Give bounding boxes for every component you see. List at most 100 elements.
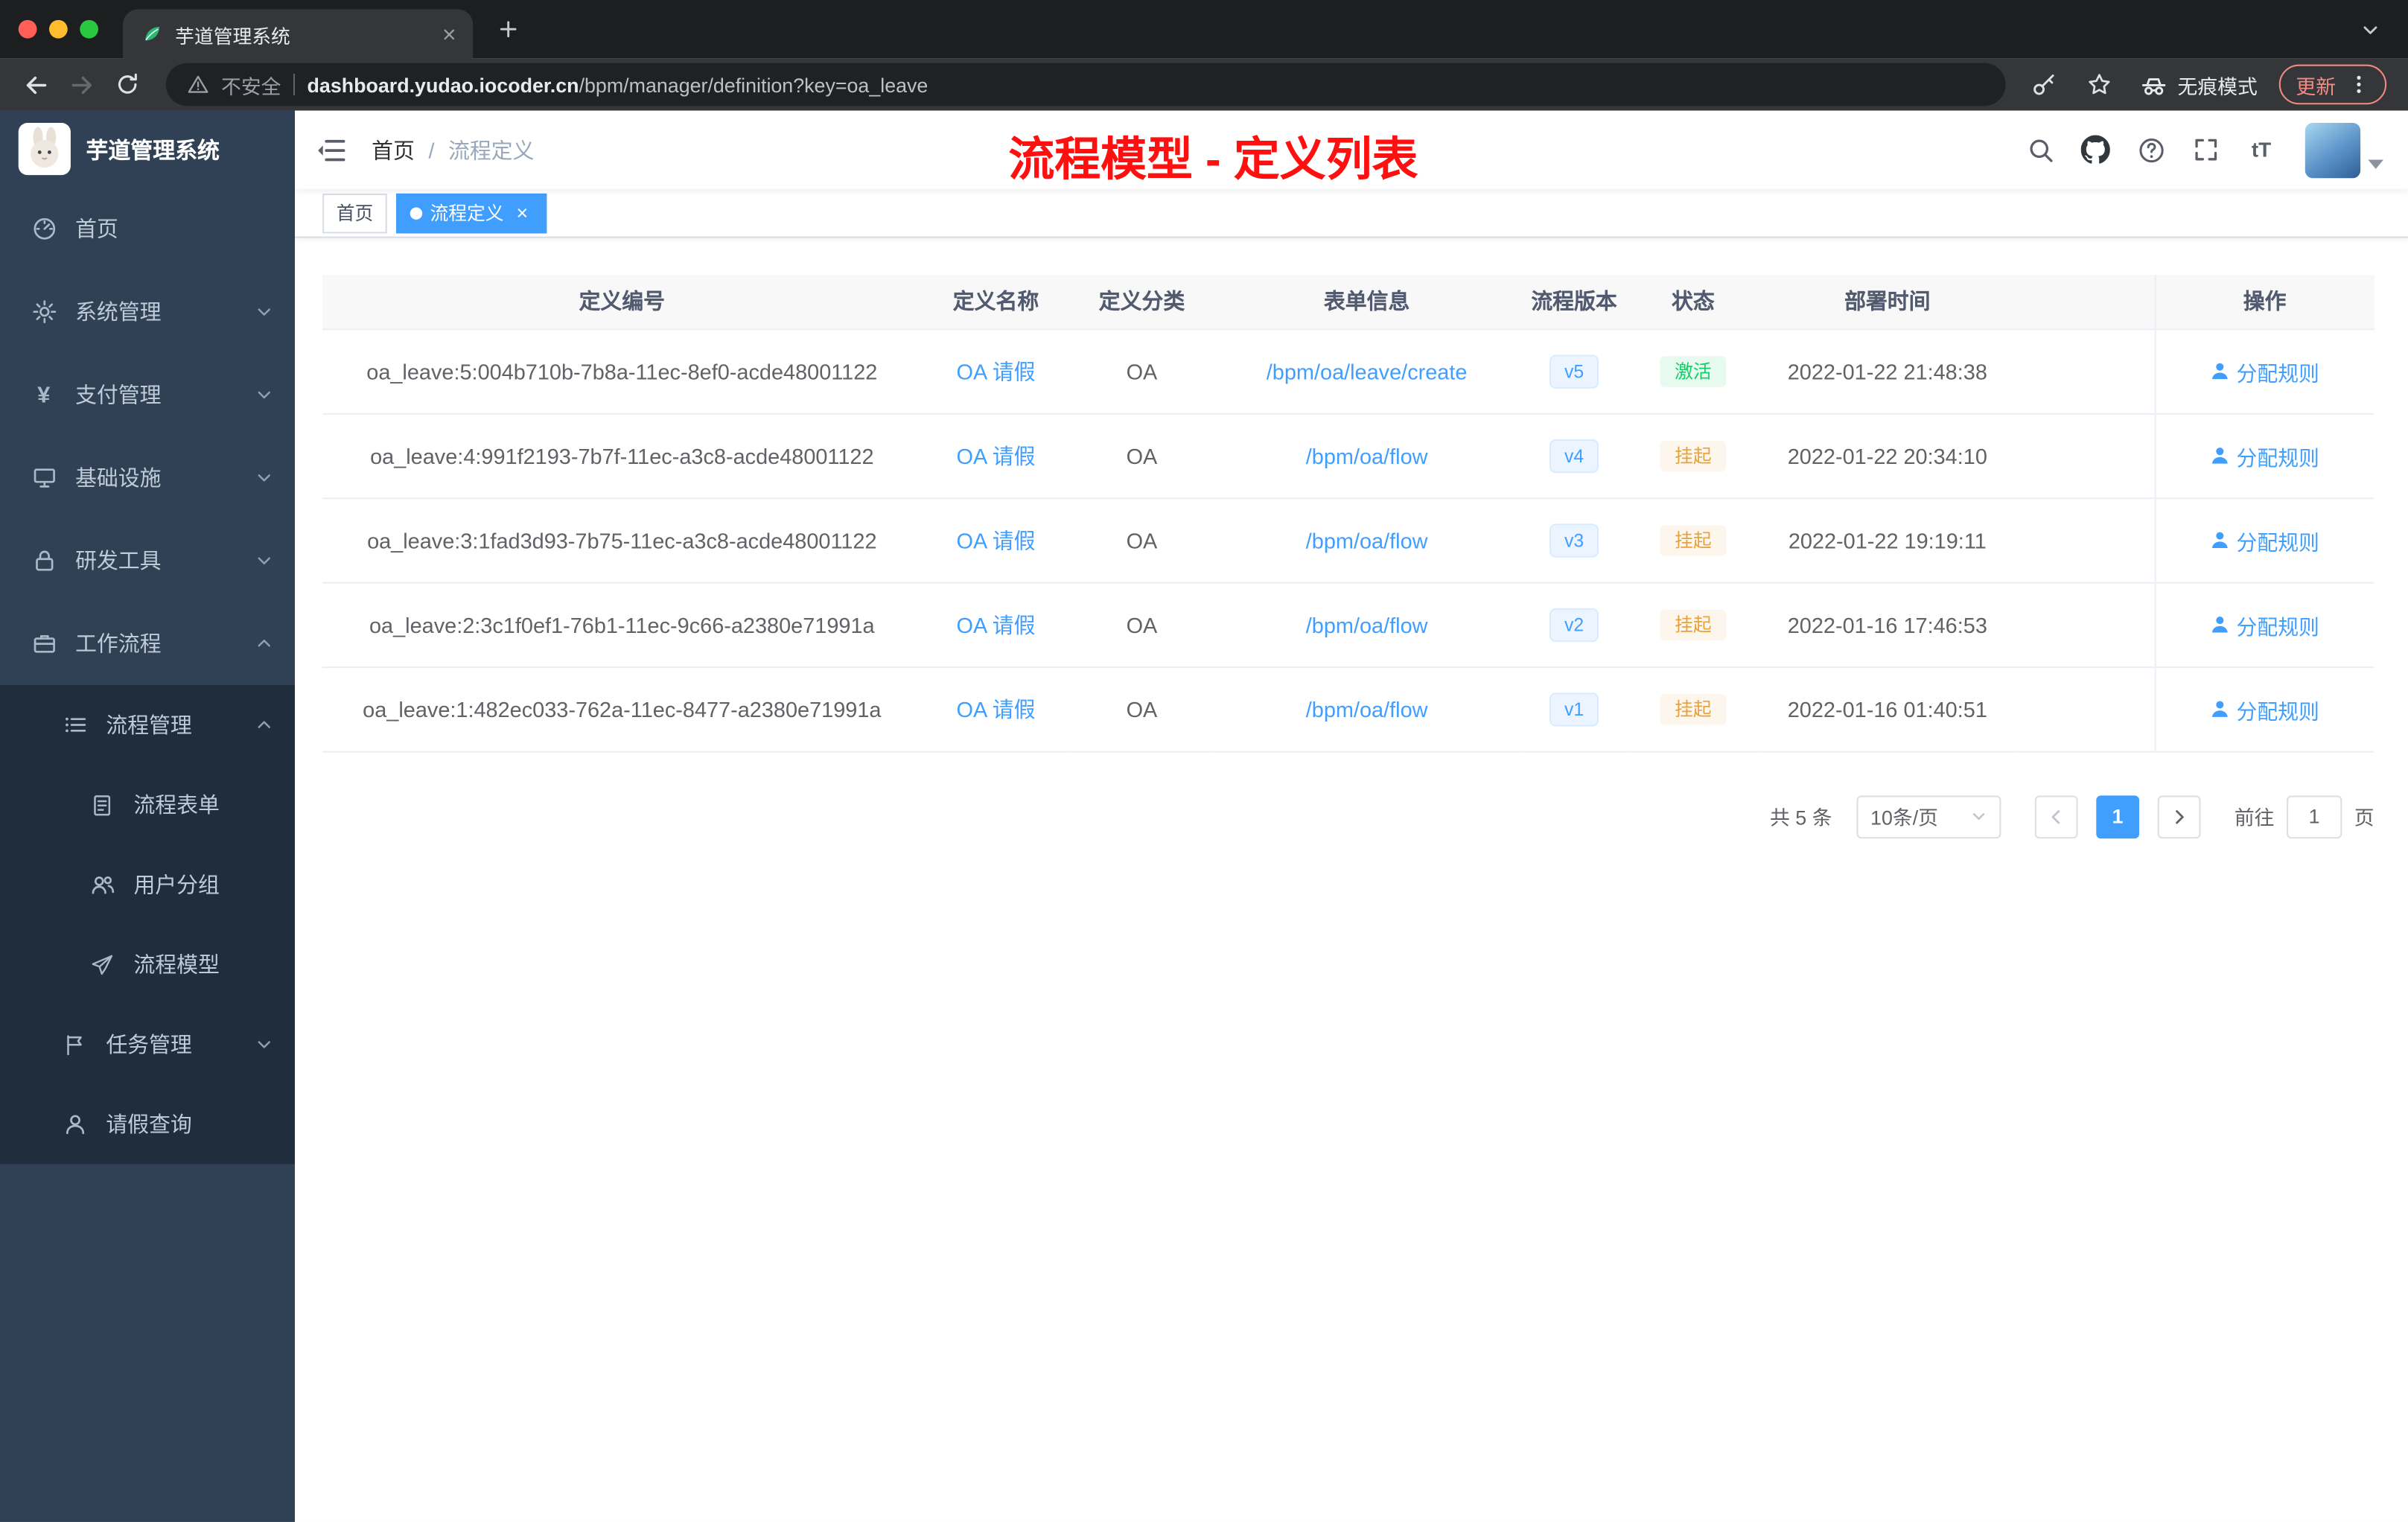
pagination: 共 5 条 10条/页 1 前往 1 页 <box>322 795 2374 838</box>
status-badge: 挂起 <box>1660 439 1726 471</box>
font-size-icon[interactable]: tT <box>2246 136 2275 165</box>
url-text: dashboard.yudao.iocoder.cn/bpm/manager/d… <box>308 73 929 96</box>
window-close-button[interactable] <box>18 19 37 39</box>
assign-rule-link[interactable]: 分配规则 <box>2210 693 2319 724</box>
new-tab-button[interactable] <box>488 9 529 49</box>
page-size-select[interactable]: 10条/页 <box>1856 795 2001 838</box>
tag-home[interactable]: 首页 <box>322 192 387 233</box>
forward-button[interactable] <box>62 65 102 105</box>
breadcrumb-home[interactable]: 首页 <box>372 134 415 165</box>
cell-deploy-time: 2022-01-22 21:48:38 <box>1758 328 2017 414</box>
form-link[interactable]: /bpm/oa/leave/create <box>1267 359 1468 383</box>
tag-process-definition[interactable]: 流程定义 × <box>396 192 547 233</box>
chevron-down-icon <box>255 1035 273 1054</box>
form-document-icon <box>89 792 115 818</box>
form-link[interactable]: /bpm/oa/flow <box>1306 527 1428 552</box>
page-content: 定义编号 定义名称 定义分类 表单信息 流程版本 状态 部署时间 操作 oa_l… <box>295 238 2408 1522</box>
table-row: oa_leave:3:1fad3d93-7b75-11ec-a3c8-acde4… <box>322 497 2374 583</box>
address-bar[interactable]: 不安全 dashboard.yudao.iocoder.cn/bpm/manag… <box>165 63 2006 106</box>
window-zoom-button[interactable] <box>80 19 98 39</box>
sidebar-item-system[interactable]: 系统管理 <box>0 270 295 353</box>
next-page-button[interactable] <box>2157 795 2201 838</box>
sidebar-item-task-management[interactable]: 任务管理 <box>0 1004 295 1084</box>
browser-menu-icon[interactable] <box>2348 74 2370 95</box>
sidebar-item-process-form[interactable]: 流程表单 <box>0 765 295 844</box>
goto-page-input[interactable] <box>2287 795 2342 838</box>
breadcrumb: 首页 / 流程定义 <box>372 134 534 165</box>
tags-bar: 首页 流程定义 × <box>295 188 2408 238</box>
sidebar-item-leave-query[interactable]: 请假查询 <box>0 1084 295 1164</box>
version-badge: v1 <box>1549 692 1599 726</box>
sidebar-item-pay[interactable]: ¥ 支付管理 <box>0 353 295 436</box>
cell-filler <box>2016 413 2155 499</box>
table-row: oa_leave:2:3c1f0ef1-76b1-11ec-9c66-a2380… <box>322 582 2374 668</box>
assign-rule-link[interactable]: 分配规则 <box>2210 355 2319 386</box>
security-label[interactable]: 不安全 <box>221 70 281 99</box>
hamburger-icon[interactable] <box>316 134 347 165</box>
assign-rule-link[interactable]: 分配规则 <box>2210 440 2319 471</box>
goto-label: 前往 <box>2234 806 2275 830</box>
chevron-down-icon <box>255 302 273 321</box>
github-icon[interactable] <box>2080 135 2110 165</box>
tab-title: 芋道管理系统 <box>175 25 290 47</box>
chevron-down-icon <box>255 386 273 404</box>
definition-name-link[interactable]: OA 请假 <box>957 527 1036 552</box>
tab-close-icon[interactable] <box>436 22 461 46</box>
sidebar-item-user-group[interactable]: 用户分组 <box>0 844 295 924</box>
incognito-badge: 无痕模式 <box>2135 70 2264 99</box>
definition-name-link[interactable]: OA 请假 <box>957 359 1036 383</box>
chevron-down-icon <box>255 551 273 570</box>
version-badge: v4 <box>1549 438 1599 473</box>
person-icon <box>2210 361 2230 381</box>
chevron-down-icon <box>255 468 273 487</box>
page-unit-label: 页 <box>2354 806 2374 830</box>
help-icon[interactable] <box>2136 136 2165 165</box>
search-icon[interactable] <box>2025 136 2054 165</box>
definition-name-link[interactable]: OA 请假 <box>957 696 1036 721</box>
definition-name-link[interactable]: OA 请假 <box>957 612 1036 637</box>
sidebar-item-process-model[interactable]: 流程模型 <box>0 925 295 1004</box>
assign-rule-link[interactable]: 分配规则 <box>2210 609 2319 640</box>
fullscreen-icon[interactable] <box>2191 136 2220 165</box>
cell-category: OA <box>1070 413 1214 499</box>
update-button[interactable]: 更新 <box>2278 64 2387 105</box>
sidebar-item-infrastructure[interactable]: 基础设施 <box>0 436 295 519</box>
key-icon[interactable] <box>2024 65 2064 105</box>
prev-page-button[interactable] <box>2034 795 2078 838</box>
form-link[interactable]: /bpm/oa/flow <box>1306 443 1428 468</box>
url-host: dashboard.yudao.iocoder.cn <box>307 72 579 96</box>
back-button[interactable] <box>16 65 56 105</box>
assign-rule-link[interactable]: 分配规则 <box>2210 524 2319 555</box>
cell-filler <box>2016 497 2155 583</box>
version-badge: v2 <box>1549 607 1599 642</box>
breadcrumb-current: 流程定义 <box>448 137 535 162</box>
version-badge: v3 <box>1549 523 1599 557</box>
chevron-down-icon <box>1970 808 1987 825</box>
sidebar-item-devtools[interactable]: 研发工具 <box>0 519 295 602</box>
chevron-down-icon <box>2368 159 2383 168</box>
url-path: /bpm/manager/definition?key=oa_leave <box>579 72 929 96</box>
cell-category: OA <box>1070 328 1214 414</box>
form-link[interactable]: /bpm/oa/flow <box>1306 696 1428 721</box>
person-icon <box>2210 698 2230 719</box>
sidebar-item-process-management[interactable]: 流程管理 <box>0 685 295 765</box>
window-minimize-button[interactable] <box>49 19 68 39</box>
cell-deploy-time: 2022-01-16 17:46:53 <box>1758 582 2017 668</box>
reload-button[interactable] <box>107 65 147 105</box>
user-avatar[interactable] <box>2305 121 2361 178</box>
navbar: 首页 / 流程定义 tT <box>295 110 2408 189</box>
sidebar-item-home[interactable]: 首页 <box>0 188 295 270</box>
user-menu[interactable] <box>2305 121 2383 178</box>
table-row: oa_leave:5:004b710b-7b8a-11ec-8ef0-acde4… <box>322 328 2374 414</box>
cell-category: OA <box>1070 666 1214 752</box>
bookmark-star-icon[interactable] <box>2080 65 2120 105</box>
browser-tab[interactable]: 芋道管理系统 <box>123 9 474 59</box>
goto-page: 前往 页 <box>2235 795 2374 838</box>
page-1-button[interactable]: 1 <box>2096 795 2139 838</box>
sidebar-item-workflow[interactable]: 工作流程 <box>0 602 295 685</box>
tag-close-icon[interactable]: × <box>512 202 533 223</box>
definition-name-link[interactable]: OA 请假 <box>957 443 1036 468</box>
tab-favicon-icon <box>141 23 163 45</box>
tab-search-icon[interactable] <box>2353 13 2386 46</box>
form-link[interactable]: /bpm/oa/flow <box>1306 612 1428 637</box>
